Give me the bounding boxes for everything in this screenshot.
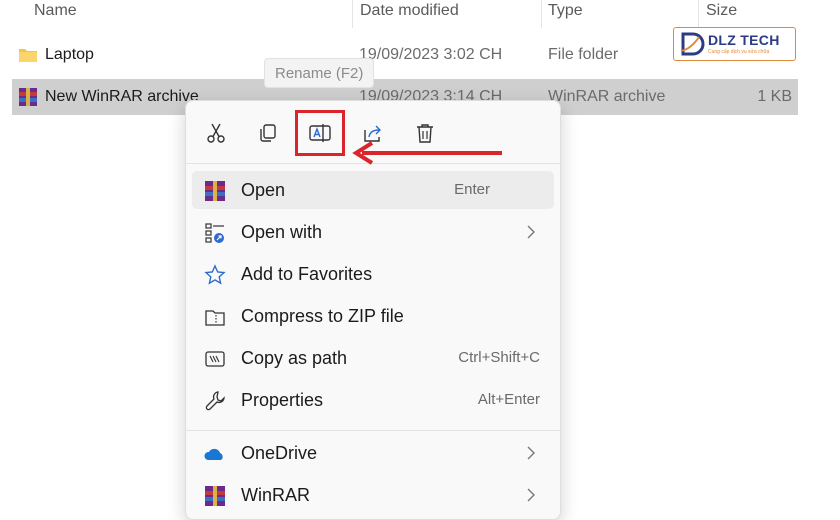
winrar-icon (205, 181, 225, 201)
logo-subtext: Cung cấp dịch vụ sửa chữa (708, 49, 770, 55)
file-type: File folder (548, 46, 619, 63)
menu-item-shortcut: Ctrl+Shift+C (458, 349, 540, 366)
column-header-name[interactable]: Name (34, 0, 77, 24)
menu-item-label: OneDrive (241, 443, 318, 463)
column-divider[interactable] (541, 0, 542, 28)
open-with-icon (205, 223, 224, 243)
folder-icon (19, 49, 37, 62)
file-date: 19/09/2023 3:02 CH (359, 46, 503, 63)
file-size: 1 KB (757, 88, 792, 105)
menu-item-label: Properties (241, 390, 324, 410)
menu-item-properties[interactable]: Properties Alt+Enter (192, 381, 554, 419)
menu-item-label: WinRAR (241, 485, 311, 505)
menu-item-open-with[interactable]: Open with (192, 213, 554, 251)
copy-path-icon (205, 351, 225, 367)
rename-tooltip: Rename (F2) (264, 58, 375, 88)
column-header-type[interactable]: Type (548, 0, 583, 24)
menu-item-label: Open with (241, 222, 323, 242)
menu-divider (186, 430, 560, 431)
column-header-date-modified[interactable]: Date modified (360, 0, 459, 24)
menu-item-add-to-favorites[interactable]: Add to Favorites (192, 255, 554, 293)
column-divider[interactable] (698, 0, 699, 28)
copy-button[interactable] (250, 117, 286, 149)
menu-item-label: Add to Favorites (241, 264, 373, 284)
chevron-right-icon (527, 446, 535, 460)
star-icon (204, 264, 226, 285)
menu-item-label: Open (241, 180, 286, 200)
menu-item-winrar[interactable]: WinRAR (192, 476, 554, 514)
column-divider[interactable] (352, 0, 353, 28)
rename-icon (309, 124, 331, 142)
menu-item-shortcut: Alt+Enter (477, 391, 540, 408)
annotation-arrow-icon (352, 141, 502, 165)
zip-icon (205, 310, 225, 326)
cut-icon (207, 123, 225, 143)
menu-item-label: Compress to ZIP file (241, 306, 404, 326)
winrar-icon (19, 88, 37, 106)
file-name: Laptop (45, 46, 94, 63)
rename-button[interactable] (295, 110, 345, 156)
column-header-size[interactable]: Size (706, 0, 737, 24)
menu-item-open[interactable]: Open Enter (192, 171, 554, 209)
wrench-icon (205, 391, 225, 411)
menu-item-onedrive[interactable]: OneDrive (192, 434, 554, 472)
menu-item-compress-zip[interactable]: Compress to ZIP file (192, 297, 554, 335)
menu-item-label: Copy as path (241, 348, 348, 368)
onedrive-icon (204, 448, 223, 460)
copy-icon (260, 124, 276, 142)
file-name: New WinRAR archive (45, 88, 199, 105)
winrar-icon (205, 486, 225, 506)
menu-item-shortcut: Enter (454, 181, 490, 198)
dlz-logo-icon (680, 32, 705, 56)
cut-button[interactable] (198, 117, 234, 149)
logo-text: DLZ TECH (708, 32, 780, 48)
file-type: WinRAR archive (548, 88, 666, 105)
menu-item-copy-as-path[interactable]: Copy as path Ctrl+Shift+C (192, 339, 554, 377)
dlz-tech-logo: DLZ TECH Cung cấp dịch vụ sửa chữa (673, 27, 796, 61)
chevron-right-icon (527, 225, 535, 239)
chevron-right-icon (527, 488, 535, 502)
